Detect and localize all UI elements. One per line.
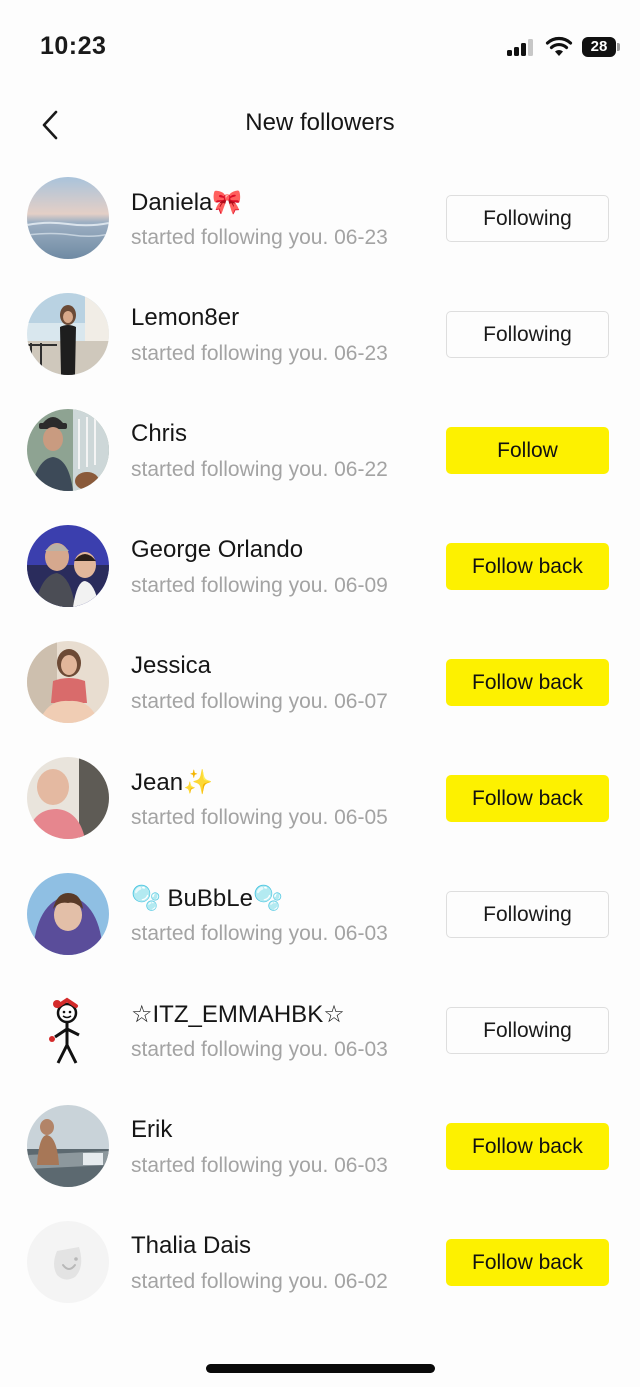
follower-row[interactable]: ☆ITZ_EMMAHBK☆ started following you. 06-… [0,972,640,1088]
follower-name: Jean✨ [131,769,213,796]
home-indicator[interactable] [206,1364,435,1373]
follow-back-button[interactable]: Follow back [446,659,609,706]
follow-button[interactable]: Follow [446,427,609,474]
default-avatar[interactable] [27,1221,109,1303]
follower-row[interactable]: Lemon8er started following you. 06-23 Fo… [0,276,640,392]
avatar[interactable] [27,409,109,491]
status-bar: 10:23 28 [0,0,640,95]
follower-name: Thalia Dais [131,1232,252,1259]
follow-back-button[interactable]: Follow back [446,1239,609,1286]
avatar[interactable] [27,757,109,839]
follower-subtitle: started following you. 06-05 [131,806,388,829]
follower-row[interactable]: Chris started following you. 06-22 Follo… [0,392,640,508]
cellular-signal-icon [507,38,537,56]
following-button[interactable]: Following [446,1007,609,1054]
follower-subtitle: started following you. 06-09 [131,574,388,597]
follow-back-button[interactable]: Follow back [446,543,609,590]
follower-row[interactable]: 🫧 BuBbLe🫧 started following you. 06-03 F… [0,856,640,972]
follow-back-button[interactable]: Follow back [446,1123,609,1170]
follower-row[interactable]: Thalia Dais started following you. 06-02… [0,1204,640,1320]
follower-name: Chris [131,420,188,447]
avatar[interactable] [27,873,109,955]
follower-name: 🫧 BuBbLe🫧 [131,885,283,912]
follower-list: Daniela🎀 started following you. 06-23 Fo… [0,160,640,1320]
battery-level: 28 [582,37,616,57]
follow-back-button[interactable]: Follow back [446,775,609,822]
following-button[interactable]: Following [446,195,609,242]
follower-subtitle: started following you. 06-03 [131,1154,388,1177]
follower-subtitle: started following you. 06-02 [131,1270,388,1293]
wifi-icon [545,36,573,56]
avatar[interactable] [27,1105,109,1187]
following-button[interactable]: Following [446,311,609,358]
follower-row[interactable]: Erik started following you. 06-03 Follow… [0,1088,640,1204]
follower-subtitle: started following you. 06-22 [131,458,388,481]
follower-row[interactable]: Daniela🎀 started following you. 06-23 Fo… [0,160,640,276]
status-time: 10:23 [40,32,107,60]
follower-subtitle: started following you. 06-07 [131,690,388,713]
avatar[interactable] [27,177,109,259]
new-followers-screen: 10:23 28 New followers Daniela🎀 started … [0,0,640,1387]
follower-subtitle: started following you. 06-23 [131,342,388,365]
follower-row[interactable]: Jessica started following you. 06-07 Fol… [0,624,640,740]
follower-name: Erik [131,1116,173,1143]
follower-row[interactable]: Jean✨ started following you. 06-05 Follo… [0,740,640,856]
follower-name: Jessica [131,652,212,679]
follower-name: George Orlando [131,536,304,563]
avatar[interactable] [27,641,109,723]
avatar[interactable] [27,989,109,1071]
nav-header: New followers [0,95,640,155]
follower-name: ☆ITZ_EMMAHBK☆ [131,1001,345,1028]
avatar[interactable] [27,525,109,607]
follower-subtitle: started following you. 06-03 [131,922,388,945]
battery-icon: 28 [582,37,620,57]
follower-row[interactable]: George Orlando started following you. 06… [0,508,640,624]
avatar[interactable] [27,293,109,375]
follower-subtitle: started following you. 06-23 [131,226,388,249]
following-button[interactable]: Following [446,891,609,938]
page-title: New followers [245,109,395,136]
follower-subtitle: started following you. 06-03 [131,1038,388,1061]
follower-name: Lemon8er [131,304,240,331]
follower-name: Daniela🎀 [131,189,243,216]
